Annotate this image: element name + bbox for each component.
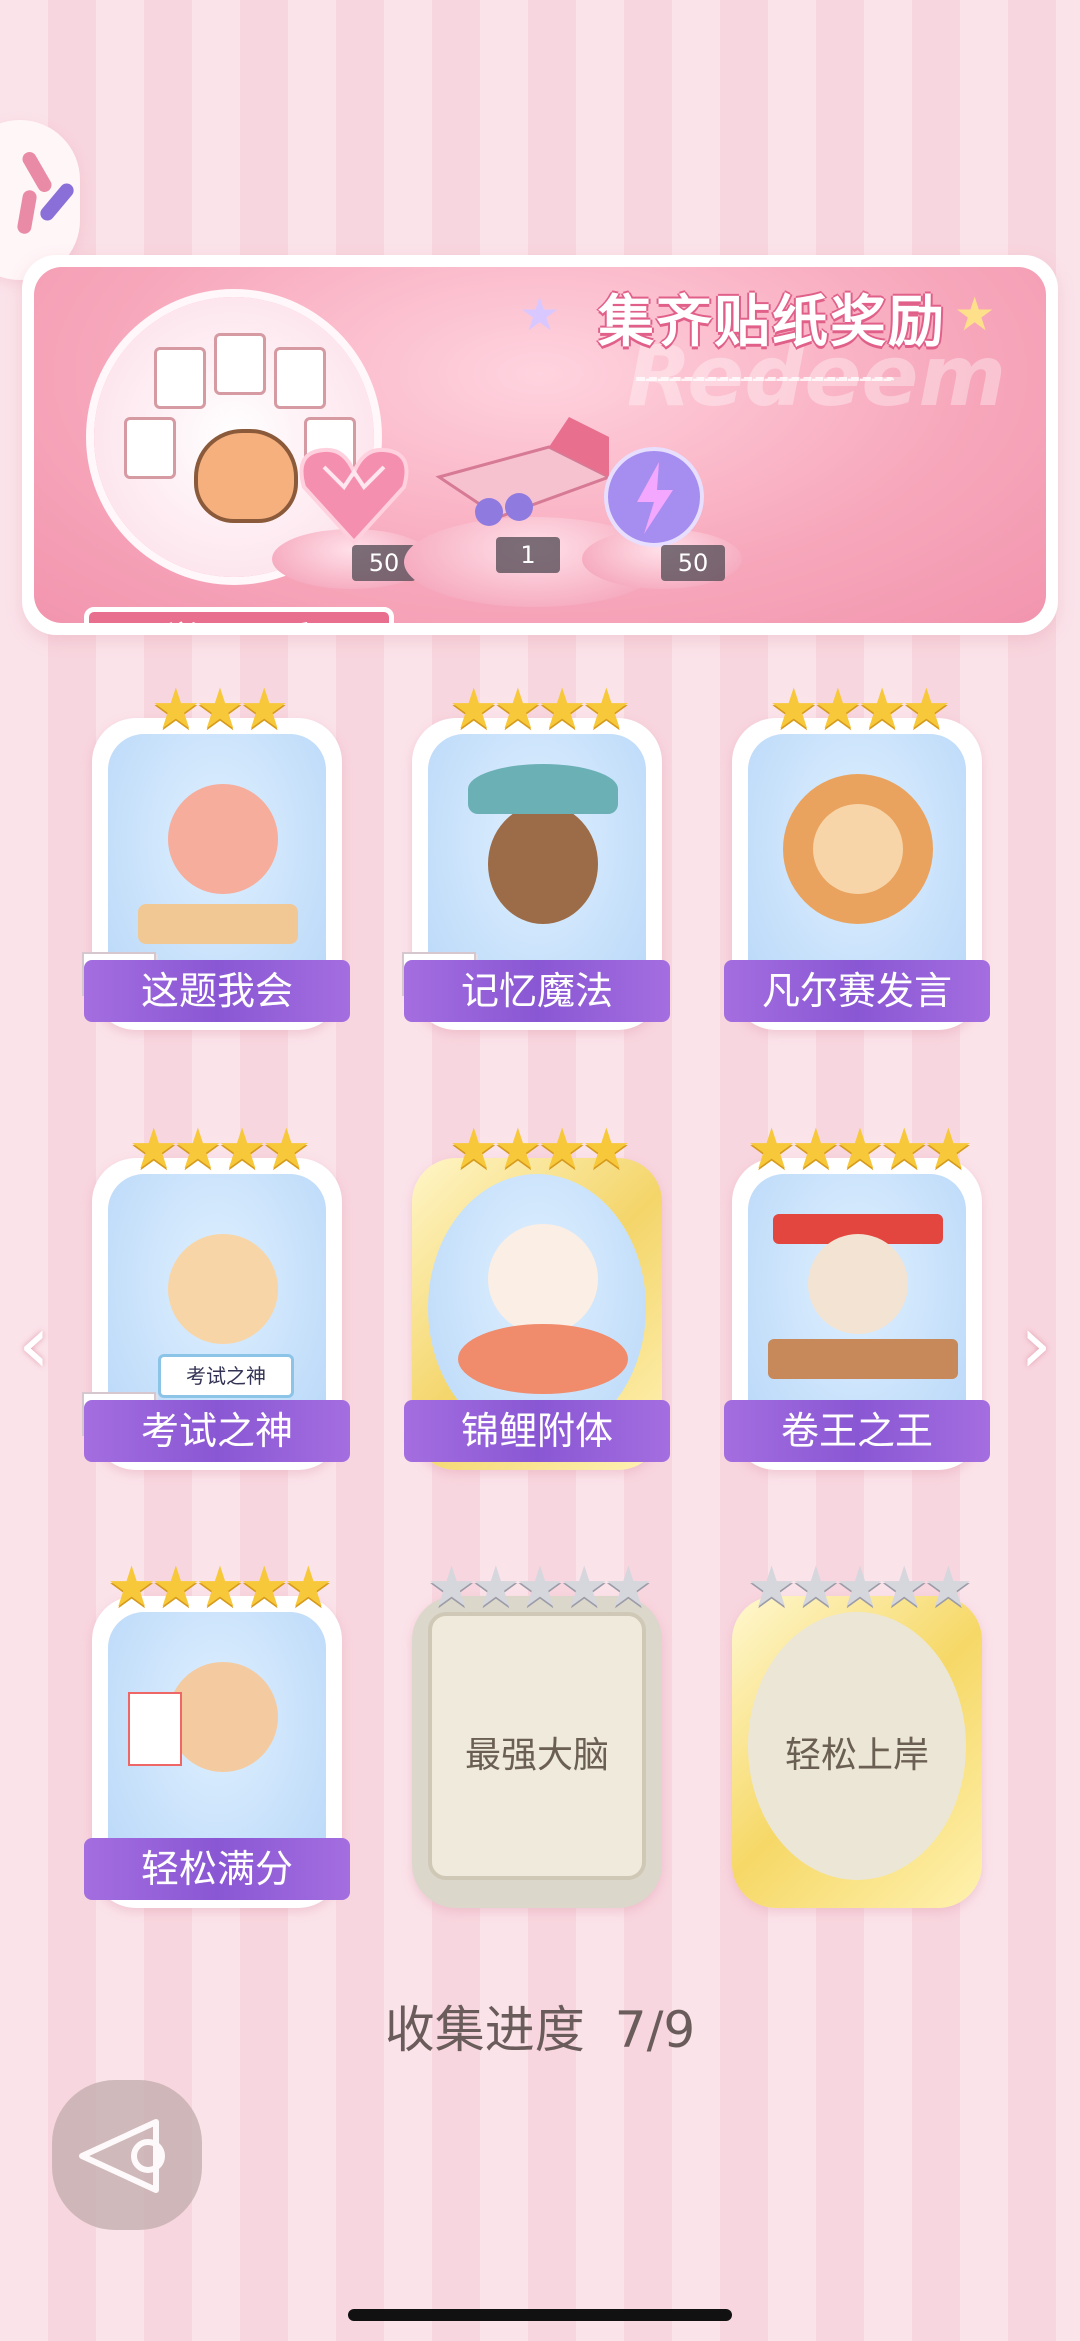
sticker-name: 轻松满分 — [84, 1838, 350, 1900]
progress-value: 7/9 — [614, 2001, 696, 2059]
reward-quantity: 1 — [496, 537, 560, 573]
bear-koi-sticker-art — [488, 1224, 598, 1334]
cat-icon — [194, 429, 298, 523]
sticker-name: 这题我会 — [84, 960, 350, 1022]
sticker-name: 卷王之王 — [724, 1400, 990, 1462]
sticker-name: 考试之神 — [84, 1400, 350, 1462]
back-arrow-icon — [79, 2119, 165, 2193]
previous-page-arrow-icon[interactable]: ‹ — [18, 1298, 50, 1391]
progress-label: 收集进度 — [384, 2001, 585, 2059]
divider — [634, 377, 894, 383]
next-page-arrow-icon[interactable]: › — [1020, 1298, 1052, 1391]
star-rating: ★★★★★ — [746, 1117, 973, 1182]
banner-title: 集齐贴纸奖励 — [598, 290, 946, 355]
locked-sticker-card[interactable]: ★★★★★ 最强大脑 — [412, 1558, 662, 1908]
sticker-name: 锦鲤附体 — [404, 1400, 670, 1462]
star-rating: ★★★★ — [128, 1117, 312, 1182]
back-button[interactable] — [52, 2080, 202, 2230]
heart-gem-icon — [299, 447, 409, 545]
sticker-card[interactable]: 考试之神 ★★★★ +2 考试之神 — [82, 1120, 350, 1470]
pinwheel-icon — [19, 149, 55, 195]
sparkle-star-icon: ★ — [519, 287, 561, 341]
sticker-name: 凡尔赛发言 — [724, 960, 990, 1022]
reward-banner: Redeem ★ ★ 集齐贴纸奖励 学霸开秀 50 1 — [22, 255, 1058, 635]
star-rating: ★★★★ — [448, 1117, 632, 1182]
reward-quantity: 50 — [661, 545, 725, 581]
collection-progress: 收集进度 7/9 — [0, 1990, 1080, 2062]
home-indicator — [348, 2309, 732, 2321]
star-rating: ★★★★ — [448, 677, 632, 742]
puppy-sticker-art — [168, 1662, 278, 1772]
sticker-name: 最强大脑 — [464, 1735, 609, 1776]
star-rating: ★★★ — [150, 677, 290, 742]
sticker-card[interactable]: ★★★★★ 轻松满分 — [84, 1558, 350, 1908]
sticker-card[interactable]: ★★★★ 凡尔赛发言 — [724, 680, 990, 1030]
sticker-card[interactable]: ★★★★ +1 记忆魔法 — [402, 680, 670, 1030]
star-rating: ★★★★★ — [746, 1555, 973, 1620]
angel-cat-sticker-art — [168, 1234, 278, 1344]
sticker-name: 记忆魔法 — [404, 960, 670, 1022]
bear-sticker-art — [168, 784, 278, 894]
sticker-name: 轻松上岸 — [784, 1735, 929, 1776]
star-rating: ★★★★★ — [106, 1555, 333, 1620]
locked-sticker-card[interactable]: ★★★★★ 轻松上岸 — [732, 1558, 982, 1908]
star-rating: ★★★★★ — [426, 1555, 653, 1620]
star-rating: ★★★★ — [768, 677, 952, 742]
gift-box-icon — [435, 417, 613, 526]
sticker-card[interactable]: ★★★★★ 卷王之王 — [724, 1120, 990, 1470]
wizard-otter-sticker-art — [488, 804, 598, 924]
sticker-card[interactable]: ★★★ +3 这题我会 — [82, 680, 350, 1030]
sticker-card[interactable]: ★★★★ 锦鲤附体 — [404, 1120, 670, 1470]
studying-cat-sticker-art — [808, 1234, 908, 1334]
lightning-orb-icon — [604, 447, 704, 547]
medal-label: 学霸开秀 — [84, 607, 394, 623]
